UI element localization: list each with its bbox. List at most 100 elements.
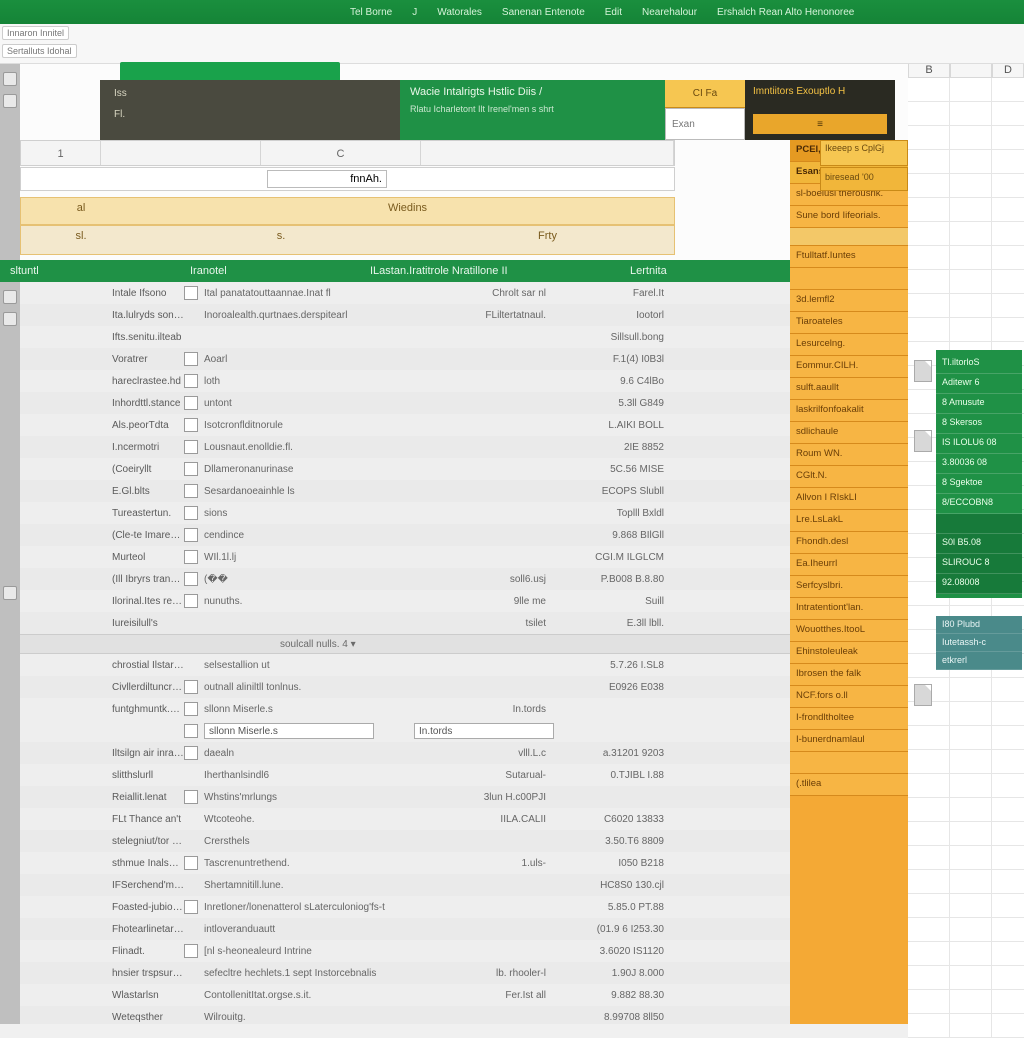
cat-cell[interactable]: Wiedins bbox=[141, 198, 674, 224]
bg-cell[interactable] bbox=[992, 318, 1024, 342]
side-cell[interactable]: Tiaroateles bbox=[790, 312, 908, 334]
side-cell[interactable]: laskrilfonfoakalit bbox=[790, 400, 908, 422]
float-green-row[interactable]: Tl.iltorloS bbox=[936, 354, 1022, 374]
bg-cell[interactable] bbox=[992, 174, 1024, 198]
side-cell[interactable]: NCF.fors o.ll bbox=[790, 686, 908, 708]
row-checkbox[interactable] bbox=[184, 856, 198, 870]
bg-cell[interactable] bbox=[908, 150, 950, 174]
side-cell[interactable]: Roum WN. bbox=[790, 444, 908, 466]
row-checkbox[interactable] bbox=[184, 746, 198, 760]
bg-cell[interactable] bbox=[992, 198, 1024, 222]
bg-cell[interactable] bbox=[992, 822, 1024, 846]
float-green-row[interactable]: SLIROUC 8 bbox=[936, 554, 1022, 574]
rail-button[interactable] bbox=[3, 586, 17, 600]
document-icon[interactable] bbox=[914, 684, 932, 706]
bg-cell[interactable] bbox=[908, 102, 950, 126]
side-cell[interactable]: Allvon I RIskLI bbox=[790, 488, 908, 510]
bg-cell[interactable] bbox=[992, 126, 1024, 150]
side-cell[interactable]: Wouotthes.ItooL bbox=[790, 620, 908, 642]
side-cell[interactable]: Sune bord Iifeorials. bbox=[790, 206, 908, 228]
ribbon-item[interactable]: Tel Borne bbox=[350, 7, 392, 18]
bg-cell[interactable] bbox=[950, 174, 992, 198]
bg-cell[interactable] bbox=[992, 102, 1024, 126]
row-checkbox[interactable] bbox=[184, 724, 198, 738]
toolbar-chip[interactable]: Sertalluts Idohal bbox=[2, 44, 77, 58]
col-header[interactable] bbox=[101, 141, 261, 165]
bg-cell[interactable] bbox=[950, 246, 992, 270]
bg-cell[interactable] bbox=[908, 990, 950, 1014]
bg-cell[interactable] bbox=[950, 702, 992, 726]
ribbon-item[interactable]: Ershalch Rean Alto Henonoree bbox=[717, 7, 854, 18]
bg-cell[interactable] bbox=[908, 822, 950, 846]
row-checkbox[interactable] bbox=[184, 418, 198, 432]
bg-cell[interactable] bbox=[992, 678, 1024, 702]
bg-cell[interactable] bbox=[908, 126, 950, 150]
bg-cell[interactable] bbox=[908, 198, 950, 222]
side-cell[interactable]: sulft.aaullt bbox=[790, 378, 908, 400]
side-cell[interactable]: I-bunerdnamlaul bbox=[790, 730, 908, 752]
row-checkbox[interactable] bbox=[184, 462, 198, 476]
bg-cell[interactable] bbox=[908, 846, 950, 870]
bg-cell[interactable] bbox=[950, 726, 992, 750]
bg-cell[interactable] bbox=[950, 822, 992, 846]
rail-button[interactable] bbox=[3, 312, 17, 326]
float-green-row[interactable]: 92.08008 bbox=[936, 574, 1022, 594]
col-header[interactable] bbox=[421, 141, 674, 165]
bg-cell[interactable] bbox=[908, 942, 950, 966]
bg-cell[interactable] bbox=[950, 222, 992, 246]
bg-cell[interactable] bbox=[908, 174, 950, 198]
side-cell[interactable]: Ftulltatf.Iuntes bbox=[790, 246, 908, 268]
bg-cell[interactable] bbox=[950, 942, 992, 966]
bg-cell[interactable] bbox=[992, 870, 1024, 894]
row-checkbox[interactable] bbox=[184, 440, 198, 454]
ribbon-item[interactable]: Sanenan Entenote bbox=[502, 7, 585, 18]
bg-cell[interactable] bbox=[992, 270, 1024, 294]
row-checkbox[interactable] bbox=[184, 528, 198, 542]
bg-cell[interactable] bbox=[992, 246, 1024, 270]
bg-cell[interactable] bbox=[992, 774, 1024, 798]
side-cell[interactable]: Ehinstoleuleak bbox=[790, 642, 908, 664]
side-cell[interactable]: 3d.lemfl2 bbox=[790, 290, 908, 312]
bg-cell[interactable] bbox=[992, 846, 1024, 870]
ribbon-item[interactable]: Nearehalour bbox=[642, 7, 697, 18]
col-header[interactable]: C bbox=[261, 141, 421, 165]
section-col[interactable]: Lertnita bbox=[630, 265, 750, 277]
bg-cell[interactable] bbox=[992, 966, 1024, 990]
header-cell-input[interactable]: Exan bbox=[665, 108, 745, 140]
float-green-row[interactable]: 8 Amusute bbox=[936, 394, 1022, 414]
row-checkbox[interactable] bbox=[184, 702, 198, 716]
float-green-row[interactable] bbox=[936, 514, 1022, 534]
side-cell[interactable] bbox=[790, 268, 908, 290]
bg-cell[interactable] bbox=[950, 870, 992, 894]
ribbon-item[interactable]: Edit bbox=[605, 7, 622, 18]
header-menu-button[interactable]: ≡ bbox=[753, 114, 887, 134]
bg-cell[interactable] bbox=[950, 78, 992, 102]
row-checkbox[interactable] bbox=[184, 594, 198, 608]
bg-cell[interactable] bbox=[950, 846, 992, 870]
row-checkbox[interactable] bbox=[184, 550, 198, 564]
bg-cell[interactable] bbox=[908, 870, 950, 894]
bg-cell[interactable] bbox=[950, 774, 992, 798]
bg-cell[interactable] bbox=[950, 1014, 992, 1038]
bg-cell[interactable] bbox=[992, 918, 1024, 942]
bg-cell[interactable] bbox=[992, 726, 1024, 750]
cat-cell[interactable]: Frty bbox=[421, 226, 674, 254]
bg-cell[interactable] bbox=[908, 78, 950, 102]
bg-cell[interactable] bbox=[950, 198, 992, 222]
cat-cell[interactable]: s. bbox=[141, 226, 421, 254]
float-teal-row[interactable]: etkrerl bbox=[936, 652, 1022, 670]
bg-cell[interactable] bbox=[992, 750, 1024, 774]
section-col[interactable]: sltuntl bbox=[10, 265, 130, 277]
row-checkbox[interactable] bbox=[184, 286, 198, 300]
inline-input-a[interactable] bbox=[204, 723, 374, 739]
bg-cell[interactable] bbox=[950, 678, 992, 702]
bg-cell[interactable] bbox=[950, 150, 992, 174]
bg-cell[interactable] bbox=[950, 918, 992, 942]
bg-cell[interactable] bbox=[992, 702, 1024, 726]
bg-cell[interactable] bbox=[992, 1014, 1024, 1038]
toolbar-chip[interactable]: Innaron Innitel bbox=[2, 26, 69, 40]
float-green-row[interactable]: IS ILOLU6 08 bbox=[936, 434, 1022, 454]
bg-cell[interactable] bbox=[908, 966, 950, 990]
bg-cell[interactable] bbox=[950, 966, 992, 990]
side-cell[interactable]: Fhondh.desl bbox=[790, 532, 908, 554]
